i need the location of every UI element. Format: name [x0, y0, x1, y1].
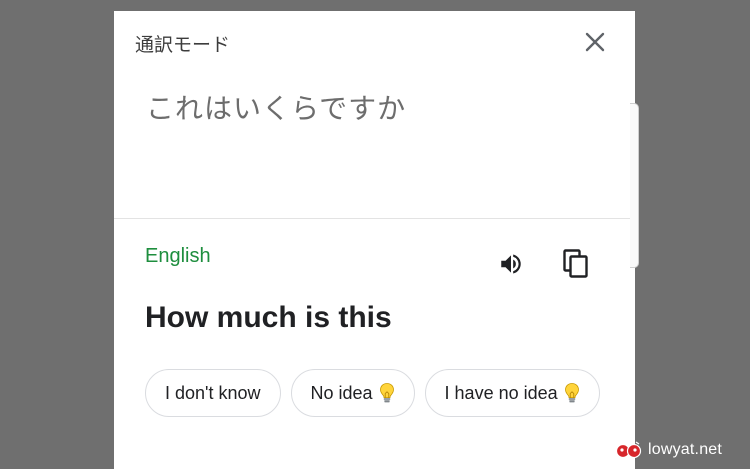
watermark-text: lowyat.net: [648, 441, 723, 458]
close-icon: [585, 32, 605, 52]
lightbulb-icon: [379, 382, 395, 404]
suggestion-label: I have no idea: [444, 382, 558, 403]
suggestion-chip[interactable]: No idea: [290, 369, 415, 417]
divider: [114, 218, 635, 219]
suggestion-label: I don't know: [165, 382, 261, 403]
target-language-label: English: [145, 245, 211, 267]
interpreter-dialog: 通訳モード これはいくらですか English How much is this…: [114, 11, 635, 469]
copy-button[interactable]: [561, 247, 591, 281]
copy-icon: [563, 249, 588, 278]
source-text[interactable]: これはいくらですか: [146, 87, 406, 127]
close-button[interactable]: [581, 28, 609, 56]
suggestion-label: No idea: [310, 382, 373, 403]
watermark: lowyat.net: [615, 441, 722, 459]
suggestion-chip[interactable]: I have no idea: [424, 369, 600, 417]
scrollbar[interactable]: [630, 103, 639, 268]
speaker-icon: [501, 254, 521, 274]
speaker-button[interactable]: [496, 249, 526, 279]
translation-text: How much is this: [145, 301, 392, 334]
suggestion-chips: I don't know No idea I have no idea: [145, 369, 600, 417]
lowyat-logo-icon: [615, 441, 642, 459]
lightbulb-icon: [564, 382, 580, 404]
suggestion-chip[interactable]: I don't know: [145, 369, 281, 417]
dialog-title: 通訳モード: [135, 34, 231, 56]
